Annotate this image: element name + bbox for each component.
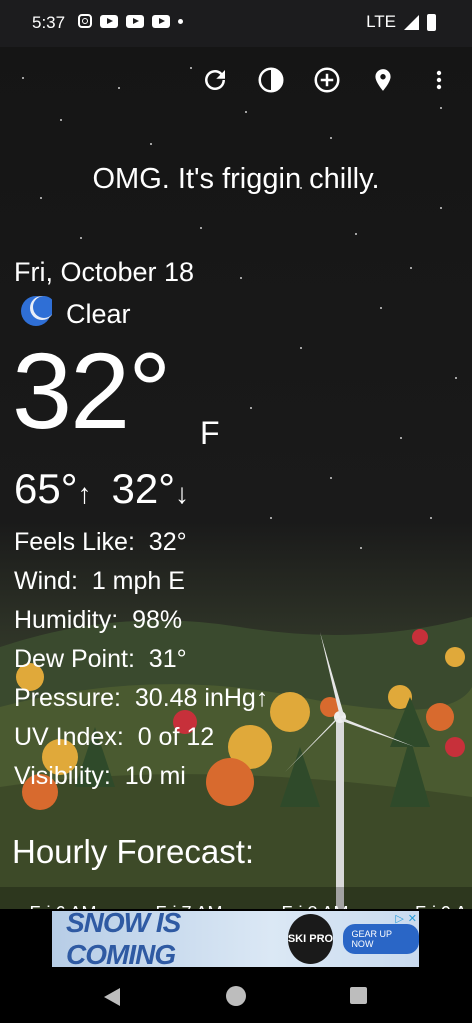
location-pin-icon[interactable] xyxy=(366,63,400,97)
ad-choices[interactable]: ▷ ✕ xyxy=(395,912,417,925)
back-icon[interactable] xyxy=(104,988,120,1006)
temperature-unit: F xyxy=(200,415,220,451)
detail-value: 31° xyxy=(148,645,187,673)
detail-feels-like: Feels Like: 32° xyxy=(14,523,268,562)
low-temp-group: 32°↓ xyxy=(112,465,190,513)
detail-uv-index: UV Index: 0 of 12 xyxy=(14,718,268,757)
detail-label: Wind: xyxy=(14,567,78,595)
ad-cta-button[interactable]: GEAR UP NOW xyxy=(343,924,419,954)
detail-value: 30.48 inHg↑ xyxy=(134,684,269,712)
detail-label: Dew Point: xyxy=(14,645,135,673)
hourly-forecast-list[interactable]: Fri 6 AM Fri 7 AM Fri 8 AM Fri 9 A xyxy=(0,887,472,909)
detail-humidity: Humidity: 98% xyxy=(14,601,268,640)
detail-pressure: Pressure: 30.48 inHg↑ xyxy=(14,679,268,718)
ad-brand-logo: SKI PRO xyxy=(287,914,334,964)
condition-row: Clear xyxy=(20,295,131,334)
weather-main: OMG. It's friggin chilly. Fri, October 1… xyxy=(0,47,472,909)
headline: OMG. It's friggin chilly. xyxy=(92,163,380,195)
hourly-item[interactable]: Fri 7 AM xyxy=(126,887,252,909)
detail-label: UV Index: xyxy=(14,723,124,751)
ad-choices-icon[interactable]: ▷ xyxy=(395,912,403,925)
notification-icons xyxy=(78,14,183,28)
signal-icon xyxy=(404,14,419,30)
detail-value: 10 mi xyxy=(124,762,186,790)
theme-icon[interactable] xyxy=(254,63,288,97)
ad-banner[interactable]: SNOW IS COMING SKI PRO GEAR UP NOW ▷ ✕ xyxy=(52,907,419,970)
detail-visibility: Visibility: 10 mi xyxy=(14,757,268,796)
detail-label: Humidity: xyxy=(14,606,119,634)
high-arrow-icon: ↑ xyxy=(77,478,92,509)
hourly-item[interactable]: Fri 8 AM xyxy=(252,887,378,909)
ad-area: SNOW IS COMING SKI PRO GEAR UP NOW ▷ ✕ xyxy=(0,907,472,970)
weather-details: Feels Like: 32° Wind: 1 mph E Humidity: … xyxy=(14,523,268,796)
detail-wind: Wind: 1 mph E xyxy=(14,562,268,601)
condition-label: Clear xyxy=(66,299,131,329)
more-vert-icon[interactable] xyxy=(422,63,456,97)
navigation-bar xyxy=(0,969,472,1023)
youtube-icon xyxy=(100,14,118,28)
detail-value: 32° xyxy=(148,528,187,556)
add-location-icon[interactable] xyxy=(310,63,344,97)
detail-value: 98% xyxy=(132,606,183,634)
current-temperature: 32° xyxy=(12,330,171,451)
status-bar: 5:37 LTE xyxy=(0,0,472,47)
ad-headline: SNOW IS COMING xyxy=(66,907,181,970)
moon-icon xyxy=(20,295,55,334)
detail-value: 1 mph E xyxy=(91,567,185,595)
detail-label: Visibility: xyxy=(14,762,111,790)
status-time: 5:37 xyxy=(32,13,66,32)
detail-dew-point: Dew Point: 31° xyxy=(14,640,268,679)
high-temp: 65° xyxy=(14,465,78,512)
instagram-icon xyxy=(78,14,92,28)
status-right: LTE xyxy=(366,12,436,32)
battery-icon xyxy=(427,13,436,31)
more-notifications-icon xyxy=(178,18,183,24)
youtube-icon xyxy=(152,14,170,28)
toolbar xyxy=(198,63,456,97)
youtube-icon xyxy=(126,14,144,28)
hourly-forecast-title: Hourly Forecast: xyxy=(12,833,255,870)
ad-close-icon[interactable]: ✕ xyxy=(408,912,417,925)
low-temp: 32° xyxy=(111,465,176,512)
detail-label: Pressure: xyxy=(14,684,121,712)
detail-value: 0 of 12 xyxy=(137,723,215,751)
recents-icon[interactable] xyxy=(350,987,367,1004)
home-icon[interactable] xyxy=(226,986,246,1006)
low-arrow-icon: ↓ xyxy=(175,478,190,509)
high-temp-group: 65°↑ xyxy=(14,465,92,513)
network-type: LTE xyxy=(366,12,396,31)
detail-label: Feels Like: xyxy=(14,528,135,556)
refresh-icon[interactable] xyxy=(198,63,232,97)
high-low: 65°↑ 32°↓ xyxy=(14,465,189,513)
hourly-item[interactable]: Fri 9 A xyxy=(378,887,472,909)
current-date: Fri, October 18 xyxy=(14,257,195,287)
hourly-item[interactable]: Fri 6 AM xyxy=(0,887,126,909)
